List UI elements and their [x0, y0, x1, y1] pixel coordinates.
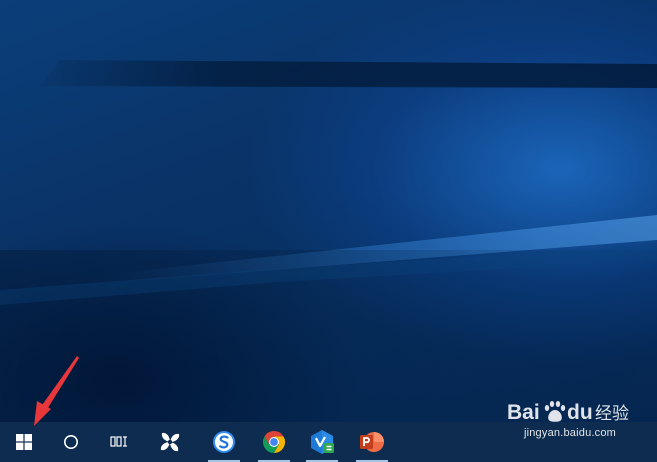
svg-text:Bai: Bai	[507, 401, 540, 424]
annotation-arrow	[34, 356, 79, 426]
baidu-logo: Bai du 经验	[507, 401, 629, 424]
svg-text:du: du	[567, 401, 593, 424]
watermark-url: jingyan.baidu.com	[523, 427, 617, 439]
baidu-jingyan-watermark: Bai du 经验 jingyan.baidu.com	[505, 397, 635, 447]
desktop-screen: Bai du 经验 jingyan.baidu.com	[0, 0, 657, 462]
svg-text:经验: 经验	[595, 404, 629, 424]
